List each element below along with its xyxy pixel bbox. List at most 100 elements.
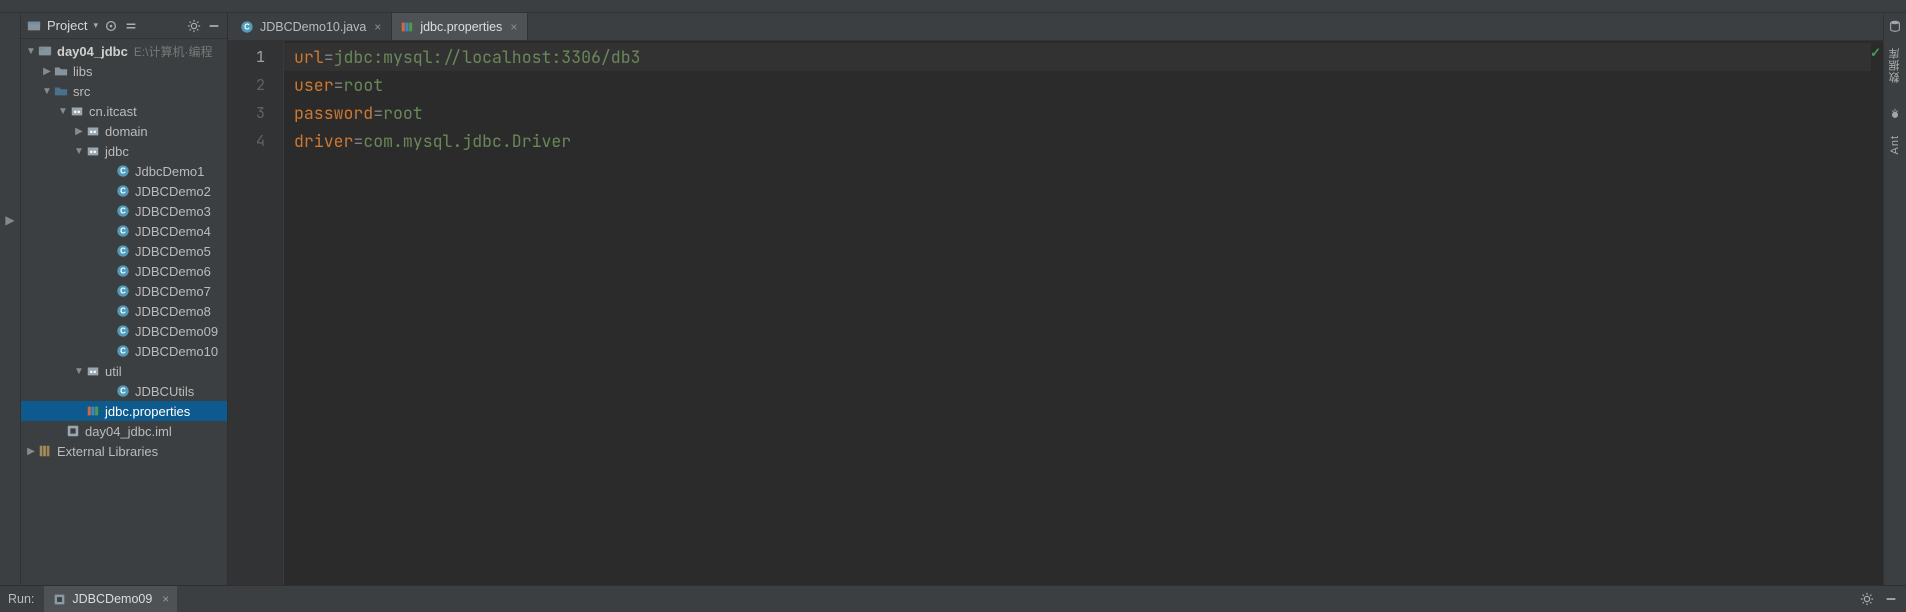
tree-package-util[interactable]: ▼ util xyxy=(21,361,227,381)
java-class-icon: C xyxy=(115,243,131,259)
tree-label: JDBCDemo4 xyxy=(135,224,211,239)
editor-tab-bar: C JDBCDemo10.java × jdbc.properties × xyxy=(228,13,1883,41)
tree-label: cn.itcast xyxy=(89,104,137,119)
tree-label: JDBCDemo3 xyxy=(135,204,211,219)
tree-java-class[interactable]: ▶CJDBCDemo4 xyxy=(21,221,227,241)
editor-area: C JDBCDemo10.java × jdbc.properties × xyxy=(228,13,1883,585)
svg-text:C: C xyxy=(120,187,126,196)
svg-text:C: C xyxy=(120,247,126,256)
tree-label: JDBCDemo2 xyxy=(135,184,211,199)
run-tab[interactable]: JDBCDemo09 × xyxy=(44,586,177,612)
chevron-down-icon[interactable]: ▾ xyxy=(93,20,98,31)
tree-java-class[interactable]: ▶CJDBCUtils xyxy=(21,381,227,401)
tree-label: util xyxy=(105,364,122,379)
code-line: url=jdbc:mysql://localhost:3306/db3 xyxy=(294,43,1873,71)
tree-file-iml[interactable]: ▶ day04_jdbc.iml xyxy=(21,421,227,441)
tree-root-module[interactable]: ▼ day04_jdbc E:\计算机·编程 xyxy=(21,41,227,61)
right-tool-stripe: 数据库 Ant xyxy=(1883,13,1906,585)
java-class-icon: C xyxy=(115,323,131,339)
tree-label: JDBCDemo6 xyxy=(135,264,211,279)
iml-file-icon xyxy=(65,423,81,439)
tree-java-class[interactable]: ▶CJDBCDemo2 xyxy=(21,181,227,201)
editor-tab-jdbc-properties[interactable]: jdbc.properties × xyxy=(392,13,528,40)
run-label: Run: xyxy=(8,592,34,606)
java-class-icon: C xyxy=(115,203,131,219)
project-view-icon xyxy=(27,19,41,33)
ant-tool-label[interactable]: Ant xyxy=(1889,135,1901,155)
svg-text:C: C xyxy=(120,167,126,176)
tree-folder-src[interactable]: ▼ src xyxy=(21,81,227,101)
close-icon[interactable]: × xyxy=(510,20,517,34)
tree-label: JDBCUtils xyxy=(135,384,194,399)
line-number: 3 xyxy=(228,99,283,127)
tree-java-class[interactable]: ▶CJDBCDemo09 xyxy=(21,321,227,341)
database-tool-label[interactable]: 数据库 xyxy=(1887,47,1903,83)
svg-text:C: C xyxy=(120,307,126,316)
java-class-icon: C xyxy=(115,263,131,279)
svg-text:C: C xyxy=(120,387,126,396)
editor-tab-label: JDBCDemo10.java xyxy=(260,20,366,34)
tree-java-class[interactable]: ▶CJdbcDemo1 xyxy=(21,161,227,181)
line-number: 4 xyxy=(228,127,283,155)
tree-label: JdbcDemo1 xyxy=(135,164,204,179)
tree-java-class[interactable]: ▶CJDBCDemo7 xyxy=(21,281,227,301)
properties-file-icon xyxy=(85,403,101,419)
tree-label: domain xyxy=(105,124,148,139)
editor-body[interactable]: 1 2 3 4 url=jdbc:mysql://localhost:3306/… xyxy=(228,41,1883,585)
tree-label: JDBCDemo7 xyxy=(135,284,211,299)
minimize-icon[interactable] xyxy=(1884,592,1898,606)
java-class-icon: C xyxy=(115,283,131,299)
tree-java-class[interactable]: ▶CJDBCDemo3 xyxy=(21,201,227,221)
project-tool-title[interactable]: Project xyxy=(47,18,87,33)
title-bar-stub xyxy=(0,0,1906,13)
gear-icon[interactable] xyxy=(1860,592,1874,606)
svg-text:C: C xyxy=(120,347,126,356)
tree-package-domain[interactable]: ▶ domain xyxy=(21,121,227,141)
database-icon[interactable] xyxy=(1888,19,1902,33)
minimize-icon[interactable] xyxy=(207,19,221,33)
tree-external-libraries[interactable]: ▶ External Libraries xyxy=(21,441,227,461)
java-class-icon: C xyxy=(115,183,131,199)
package-icon xyxy=(85,363,101,379)
run-tool-bar: Run: JDBCDemo09 × xyxy=(0,585,1906,612)
target-icon[interactable] xyxy=(104,19,118,33)
editor-tab-jdbcdemo10[interactable]: C JDBCDemo10.java × xyxy=(232,13,392,40)
tree-label: libs xyxy=(73,64,93,79)
close-icon[interactable]: × xyxy=(162,592,169,606)
tree-label: jdbc xyxy=(105,144,129,159)
tree-folder-libs[interactable]: ▶ libs xyxy=(21,61,227,81)
tree-package-root[interactable]: ▼ cn.itcast xyxy=(21,101,227,121)
package-icon xyxy=(85,123,101,139)
tree-file-jdbc-properties[interactable]: ▶ jdbc.properties xyxy=(21,401,227,421)
svg-text:C: C xyxy=(120,207,126,216)
java-class-icon: C xyxy=(115,343,131,359)
collapse-icon[interactable] xyxy=(124,19,138,33)
collapsed-tool-icon[interactable]: ▶ xyxy=(5,213,14,227)
code-line: user=root xyxy=(294,71,1873,99)
project-tree[interactable]: ▼ day04_jdbc E:\计算机·编程 ▶ libs xyxy=(21,39,227,585)
line-number: 2 xyxy=(228,71,283,99)
tree-package-jdbc[interactable]: ▼ jdbc xyxy=(21,141,227,161)
project-tool-window: Project ▾ ▼ xyxy=(21,13,228,585)
run-config-icon xyxy=(52,592,66,606)
tree-path-hint: E:\计算机·编程 xyxy=(134,43,213,60)
gear-icon[interactable] xyxy=(187,19,201,33)
tree-java-class[interactable]: ▶CJDBCDemo5 xyxy=(21,241,227,261)
editor-code[interactable]: url=jdbc:mysql://localhost:3306/db3 user… xyxy=(284,41,1873,585)
java-file-icon: C xyxy=(240,20,254,34)
folder-icon xyxy=(53,63,69,79)
tree-label: day04_jdbc.iml xyxy=(85,424,172,439)
tree-java-class[interactable]: ▶CJDBCDemo8 xyxy=(21,301,227,321)
code-line: driver=com.mysql.jdbc.Driver xyxy=(294,127,1873,155)
properties-file-icon xyxy=(400,20,414,34)
tree-label: JDBCDemo8 xyxy=(135,304,211,319)
tree-label: src xyxy=(73,84,90,99)
svg-text:C: C xyxy=(120,287,126,296)
tree-java-class[interactable]: ▶CJDBCDemo6 xyxy=(21,261,227,281)
code-line: password=root xyxy=(294,99,1873,127)
close-icon[interactable]: × xyxy=(374,20,381,34)
ant-icon[interactable] xyxy=(1888,107,1902,121)
module-icon xyxy=(37,43,53,59)
tree-label: JDBCDemo10 xyxy=(135,344,218,359)
tree-java-class[interactable]: ▶CJDBCDemo10 xyxy=(21,341,227,361)
